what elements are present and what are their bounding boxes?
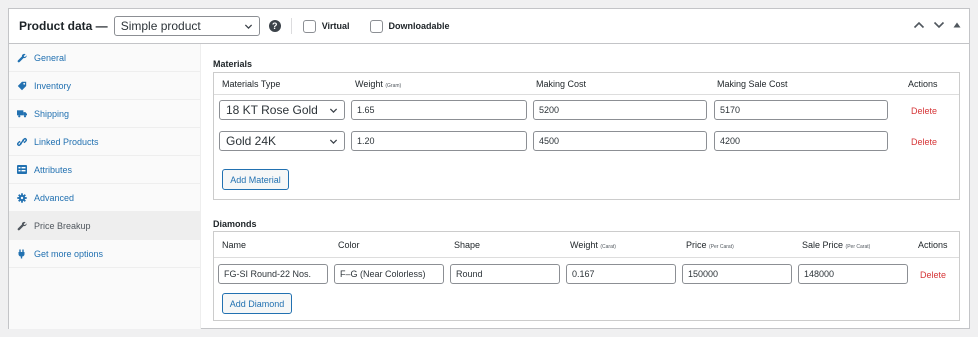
diamonds-table: Name Color Shape Weight (Carat) Price (P… [213,231,960,321]
materials-type-select[interactable]: Gold 24K [219,131,345,151]
chevron-down-icon [329,139,338,145]
col-sale-price-unit: (Per Carat) [845,244,871,250]
plugin-icon [17,249,27,259]
tab-inventory[interactable]: Inventory [9,72,200,100]
divider [290,18,292,34]
tab-label: General [34,52,67,63]
tab-label: Shipping [34,108,70,119]
materials-type-value: Gold 24K [226,134,277,148]
col-making-sale-cost: Making Sale Cost [717,79,788,89]
col-diamond-actions: Actions [918,240,948,250]
move-down-icon[interactable] [933,21,945,29]
add-material-button[interactable]: Add Material [222,169,289,190]
gear-icon [17,192,27,203]
col-shape: Shape [454,240,481,250]
diamond-name-input[interactable]: FG-SI Round-22 Nos. [218,264,328,284]
truck-icon [17,109,27,119]
col-sale-price: Sale Price (Per Carat) [802,240,870,250]
col-weight-unit: (Gram) [385,83,402,89]
diamond-color-input[interactable]: F–G (Near Colorless) [334,264,444,284]
diamond-sale-price-input[interactable]: 148000 [798,264,908,284]
diamond-shape-input[interactable]: Round [450,264,560,284]
tab-label: Linked Products [34,136,99,147]
tab-label: Get more options [34,248,104,259]
table-row: FG-SI Round-22 Nos. F–G (Near Colorless)… [214,258,959,290]
diamond-weight-input[interactable]: 0.167 [566,264,676,284]
product-type-select[interactable]: Simple product [113,16,260,36]
help-icon[interactable]: ? [268,20,281,32]
tab-label: Price Breakup [34,220,91,231]
downloadable-checkbox[interactable] [369,19,383,33]
price-breakup-panel: Materials Materials Type Weight (Gram) M… [201,44,970,329]
add-diamond-button[interactable]: Add Diamond [222,293,292,314]
diamonds-title: Diamonds [213,219,257,229]
materials-type-select[interactable]: 18 KT Rose Gold [219,100,345,120]
making-sale-cost-input[interactable]: 5170 [714,100,888,120]
collapse-toggle-icon[interactable] [953,21,961,29]
col-actions: Actions [908,79,938,89]
wrench-icon [17,53,27,63]
weight-input[interactable]: 1.65 [351,100,527,120]
making-sale-cost-input[interactable]: 4200 [714,131,888,151]
col-price-label: Price [686,240,707,250]
delete-diamond-link[interactable]: Delete [920,270,946,280]
chevron-down-icon [329,108,338,114]
tab-advanced[interactable]: Advanced [9,184,200,212]
tab-linked-products[interactable]: Linked Products [9,128,200,156]
tab-label: Attributes [34,164,73,175]
col-materials-type: Materials Type [222,79,281,89]
product-data-tabs: General Inventory Shipping Linked Produc… [9,44,201,329]
tab-price-breakup[interactable]: Price Breakup [9,212,200,240]
materials-table-header: Materials Type Weight (Gram) Making Cost… [214,73,959,95]
tab-label: Advanced [34,192,75,203]
virtual-label: Virtual [321,21,350,31]
table-row: 18 KT Rose Gold 1.65 5200 5170 Delete [214,95,959,126]
table-row: Gold 24K 1.20 4500 4200 Delete [214,126,959,157]
making-cost-input[interactable]: 4500 [533,131,707,151]
wrench-icon [17,221,27,231]
panel-controls [913,21,961,29]
tag-icon [17,81,27,91]
downloadable-label: Downloadable [388,21,450,31]
weight-input[interactable]: 1.20 [351,131,527,151]
chevron-down-icon [244,24,252,30]
col-diamond-weight: Weight (Carat) [570,240,616,250]
col-name: Name [222,240,247,250]
col-weight: Weight (Gram) [355,79,401,89]
col-weight-label: Weight [355,79,383,89]
product-data-title: Product data — [19,19,108,33]
downloadable-option[interactable]: Downloadable [369,19,450,33]
col-diamond-weight-label: Weight [570,240,598,250]
tab-get-more-options[interactable]: Get more options [9,240,200,268]
delete-material-link[interactable]: Delete [911,106,937,116]
tab-label: Inventory [34,80,72,91]
making-cost-input[interactable]: 5200 [533,100,707,120]
tab-shipping[interactable]: Shipping [9,100,200,128]
diamonds-table-header: Name Color Shape Weight (Carat) Price (P… [214,232,959,258]
delete-material-link[interactable]: Delete [911,137,937,147]
col-price: Price (Per Carat) [686,240,734,250]
col-making-cost: Making Cost [536,79,587,89]
virtual-checkbox[interactable] [302,19,316,33]
col-sale-price-label: Sale Price [802,240,844,250]
move-up-icon[interactable] [913,21,925,29]
materials-type-value: 18 KT Rose Gold [226,103,318,117]
tab-attributes[interactable]: Attributes [9,156,200,184]
list-icon [17,165,27,175]
product-data-panel: Product data — Simple product ? Virtual … [8,8,970,329]
materials-table: Materials Type Weight (Gram) Making Cost… [213,72,960,200]
col-price-unit: (Per Carat) [709,244,734,250]
materials-title: Materials [213,59,253,69]
virtual-option[interactable]: Virtual [302,19,350,33]
col-color: Color [338,240,360,250]
col-diamond-weight-unit: (Carat) [600,244,616,250]
product-type-value: Simple product [120,19,201,33]
tab-general[interactable]: General [9,44,200,72]
link-icon [17,137,27,147]
product-data-header: Product data — Simple product ? Virtual … [9,9,969,44]
diamond-price-input[interactable]: 150000 [682,264,792,284]
